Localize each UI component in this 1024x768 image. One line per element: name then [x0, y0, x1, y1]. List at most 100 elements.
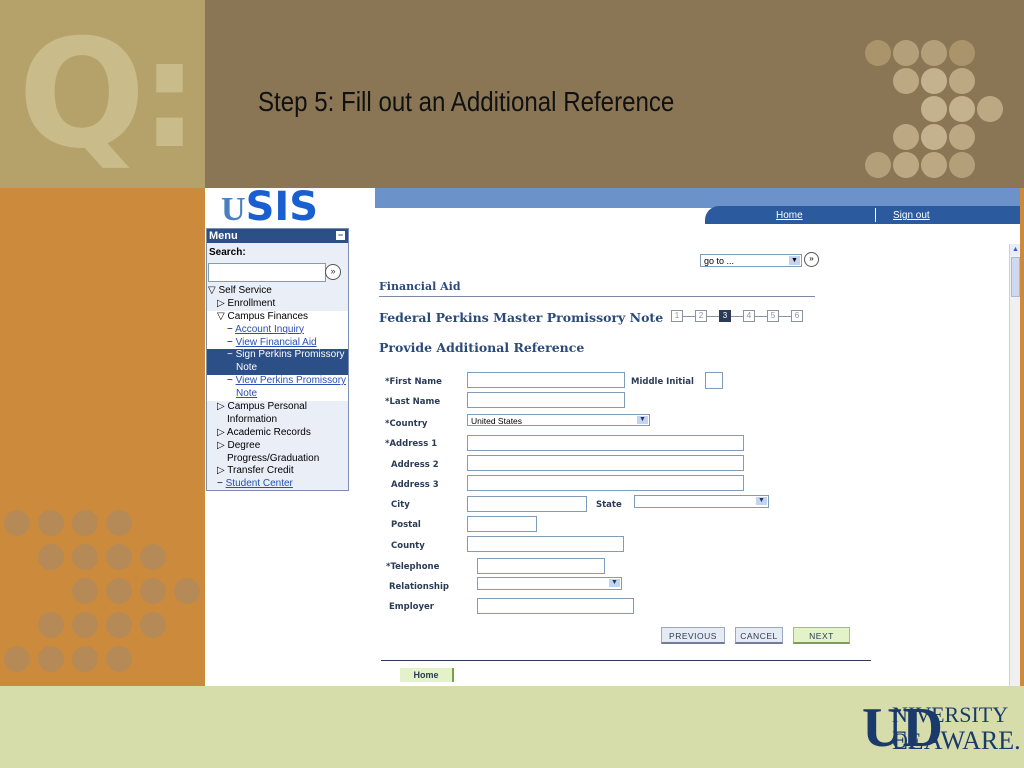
county-label: County: [391, 541, 425, 551]
page-title: Financial Aid: [379, 280, 461, 293]
account-inquiry-link[interactable]: Account Inquiry: [235, 324, 304, 335]
logo-sis-text: SIS: [245, 188, 319, 230]
chevron-down-icon[interactable]: ▼: [789, 256, 800, 265]
last-name-label: *Last Name: [385, 397, 441, 407]
slide-background-top-left: Q:: [0, 0, 205, 188]
relationship-select[interactable]: ▼: [477, 577, 622, 590]
goto-select[interactable]: go to ... ▼: [700, 254, 802, 267]
chevron-down-icon[interactable]: ▼: [756, 497, 767, 505]
menu-item-view-perkins[interactable]: − View Perkins Promissory: [207, 375, 348, 389]
last-name-input[interactable]: [467, 392, 625, 408]
menu-item-academic-records[interactable]: ▷ Academic Records: [207, 427, 348, 440]
country-label: *Country: [385, 419, 428, 429]
menu-item-account-inquiry[interactable]: − Account Inquiry: [207, 323, 348, 337]
menu-item-sign-perkins[interactable]: − Sign Perkins Promissory: [207, 349, 348, 363]
view-financial-aid-link[interactable]: View Financial Aid: [236, 337, 317, 348]
menu-item-campus-personal-info[interactable]: Information: [207, 414, 348, 427]
search-label: Search:: [209, 247, 246, 258]
goto-value: go to ...: [704, 256, 735, 266]
cancel-button[interactable]: CANCEL: [735, 627, 783, 644]
menu-item-sign-perkins-note[interactable]: Note: [207, 362, 348, 376]
scroll-thumb[interactable]: [1011, 257, 1020, 297]
middle-initial-label: Middle Initial: [631, 377, 694, 387]
section-title: Provide Additional Reference: [379, 340, 585, 355]
postal-label: Postal: [391, 520, 421, 530]
menu-item-campus-finances[interactable]: ▽ Campus Finances: [207, 310, 348, 324]
header-separator: [875, 208, 876, 222]
telephone-label: *Telephone: [386, 562, 440, 572]
vertical-scrollbar[interactable]: ▲: [1009, 244, 1020, 686]
bottom-divider: [381, 660, 871, 661]
udsis-logo: USIS: [221, 188, 351, 228]
search-go-icon[interactable]: »: [325, 264, 341, 280]
menu-item-enrollment[interactable]: ▷ Enrollment: [207, 298, 348, 311]
home-tab[interactable]: Home: [400, 668, 454, 682]
chevron-down-icon[interactable]: ▼: [637, 416, 648, 424]
header-signout-link[interactable]: Sign out: [893, 210, 930, 221]
city-input[interactable]: [467, 496, 587, 512]
first-name-label: *First Name: [385, 377, 442, 387]
chevron-down-icon[interactable]: ▼: [609, 579, 620, 587]
address1-label: *Address 1: [385, 439, 438, 449]
address2-label: Address 2: [391, 460, 439, 470]
menu-list: ▽ Self Service ▷ Enrollment ▽ Campus Fin…: [207, 285, 348, 491]
menu-header: Menu −: [207, 229, 348, 243]
step-4: 4: [743, 310, 755, 322]
step-connector: [683, 316, 695, 317]
address3-input[interactable]: [467, 475, 744, 491]
step-2[interactable]: 2: [695, 310, 707, 322]
telephone-input[interactable]: [477, 558, 605, 574]
step-5: 5: [767, 310, 779, 322]
first-name-input[interactable]: [467, 372, 625, 388]
title-divider: [379, 296, 815, 297]
q-logo-glyph: Q:: [18, 8, 199, 182]
state-label: State: [596, 500, 622, 510]
next-button[interactable]: NEXT: [793, 627, 850, 644]
menu-item-degree[interactable]: ▷ Degree: [207, 440, 348, 453]
menu-item-self-service[interactable]: ▽ Self Service: [207, 285, 348, 298]
university-of-delaware-logo: UD NIVERSITY OF ELAWARE.: [862, 698, 1021, 760]
menu-item-degree-progress[interactable]: Progress/Graduation: [207, 453, 348, 466]
ud-logo-line2: ELAWARE.: [892, 726, 1021, 755]
slide-background-left: [0, 188, 205, 688]
step-3-current: 3: [719, 310, 731, 322]
employer-label: Employer: [389, 602, 434, 612]
side-menu: Menu − Search: » ▽ Self Service ▷ Enroll…: [206, 228, 349, 491]
previous-button[interactable]: PREVIOUS: [661, 627, 725, 644]
middle-initial-input[interactable]: [705, 372, 723, 389]
employer-input[interactable]: [477, 598, 634, 614]
slide-background-right: [1020, 188, 1024, 688]
app-screenshot: USIS Home Sign out Menu − Search: » ▽ Se…: [205, 188, 1020, 686]
step-1[interactable]: 1: [671, 310, 683, 322]
state-select[interactable]: ▼: [634, 495, 769, 508]
view-perkins-note-link[interactable]: Note: [236, 388, 257, 399]
step-connector: [779, 316, 791, 317]
step-connector: [707, 316, 719, 317]
minimize-icon[interactable]: −: [336, 231, 345, 240]
county-input[interactable]: [467, 536, 624, 552]
relationship-label: Relationship: [389, 582, 449, 592]
goto-go-icon[interactable]: »: [804, 252, 819, 267]
menu-item-student-center[interactable]: − Student Center: [207, 478, 348, 491]
menu-item-view-perkins-note[interactable]: Note: [207, 388, 348, 402]
header-home-link[interactable]: Home: [776, 210, 803, 221]
student-center-link[interactable]: Student Center: [226, 478, 293, 489]
header-tab: [705, 206, 1020, 224]
city-label: City: [391, 500, 410, 510]
menu-item-campus-personal[interactable]: ▷ Campus Personal: [207, 401, 348, 414]
step-connector: [731, 316, 743, 317]
view-perkins-link[interactable]: View Perkins Promissory: [236, 375, 346, 386]
country-select[interactable]: United States ▼: [467, 414, 650, 426]
scroll-up-icon[interactable]: ▲: [1010, 244, 1020, 255]
address3-label: Address 3: [391, 480, 439, 490]
address1-input[interactable]: [467, 435, 744, 451]
address2-input[interactable]: [467, 455, 744, 471]
menu-item-view-financial-aid[interactable]: − View Financial Aid: [207, 336, 348, 350]
slide-title: Step 5: Fill out an Additional Reference: [258, 86, 675, 117]
postal-input[interactable]: [467, 516, 537, 532]
page-subtitle: Federal Perkins Master Promissory Note: [379, 310, 664, 325]
menu-item-transfer-credit[interactable]: ▷ Transfer Credit: [207, 465, 348, 478]
step-6: 6: [791, 310, 803, 322]
menu-search-input[interactable]: [208, 263, 326, 282]
country-value: United States: [471, 416, 523, 426]
